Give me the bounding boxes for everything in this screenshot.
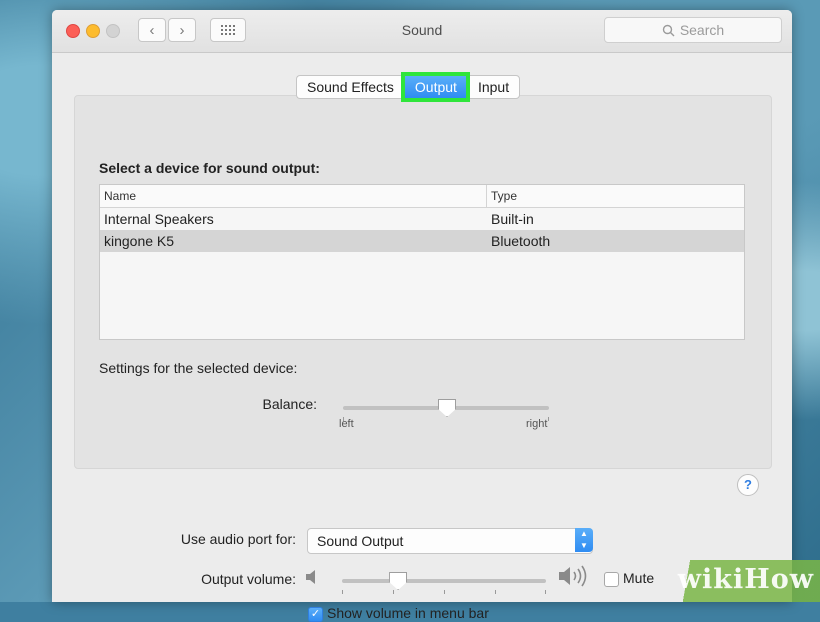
search-icon bbox=[662, 24, 675, 36]
balance-slider[interactable] bbox=[343, 399, 549, 421]
device-name: kingone K5 bbox=[104, 233, 175, 249]
slider-tick bbox=[342, 590, 343, 594]
tab-bar: Sound Effects Output Input bbox=[296, 72, 521, 102]
device-name: Internal Speakers bbox=[104, 211, 214, 227]
output-panel: Select a device for sound output: Name T… bbox=[74, 95, 772, 496]
column-header-name[interactable]: Name bbox=[100, 185, 487, 207]
device-type: Bluetooth bbox=[491, 233, 551, 249]
tab-output[interactable]: Output bbox=[400, 72, 470, 102]
chevron-up-down-icon: ▲ ▼ bbox=[575, 528, 593, 552]
audio-port-select[interactable]: Sound Output ▲ ▼ bbox=[307, 528, 593, 554]
output-volume-slider[interactable] bbox=[342, 572, 546, 594]
output-volume-label: Output volume: bbox=[201, 571, 296, 587]
slider-tick bbox=[393, 590, 394, 594]
show-volume-checkbox[interactable]: ✓ bbox=[308, 607, 323, 622]
wikihow-logo-text: wikiHow bbox=[677, 564, 814, 595]
wikihow-watermark: wikiHow bbox=[660, 560, 820, 602]
table-header: Name Type bbox=[100, 185, 744, 208]
speaker-low-icon bbox=[306, 570, 315, 584]
device-table[interactable]: Name Type Internal Speakers Built-in kin… bbox=[99, 184, 745, 340]
device-settings-title: Settings for the selected device: bbox=[99, 360, 298, 376]
device-type: Built-in bbox=[491, 211, 534, 227]
slider-tick bbox=[495, 590, 496, 594]
show-volume-label: Show volume in menu bar bbox=[327, 605, 489, 621]
table-row[interactable]: Internal Speakers Built-in bbox=[100, 208, 744, 230]
search-field[interactable]: Search bbox=[604, 17, 782, 43]
balance-left-label: left bbox=[339, 418, 354, 430]
sound-preferences-window: ‹ › Sound Search Sound Effects Output In… bbox=[52, 10, 792, 622]
speaker-high-icon bbox=[559, 565, 587, 587]
column-header-type[interactable]: Type bbox=[487, 185, 517, 207]
slider-tick bbox=[548, 417, 549, 421]
audio-port-value: Sound Output bbox=[317, 533, 404, 549]
search-placeholder: Search bbox=[679, 22, 725, 38]
checkmark-icon: ✓ bbox=[310, 608, 321, 620]
slider-tick bbox=[545, 590, 546, 594]
table-row[interactable]: kingone K5 Bluetooth bbox=[100, 230, 744, 252]
tab-input[interactable]: Input bbox=[466, 75, 521, 99]
tab-sound-effects[interactable]: Sound Effects bbox=[296, 75, 404, 99]
mute-label: Mute bbox=[623, 570, 655, 586]
title-bar: ‹ › Sound Search bbox=[52, 10, 792, 53]
volume-slider-thumb[interactable] bbox=[389, 572, 408, 590]
balance-slider-thumb[interactable] bbox=[438, 399, 456, 417]
device-section-title: Select a device for sound output: bbox=[99, 160, 320, 176]
balance-label: Balance: bbox=[262, 396, 317, 412]
help-button[interactable]: ? bbox=[737, 474, 759, 496]
mute-checkbox[interactable] bbox=[604, 572, 619, 587]
balance-right-label: right bbox=[526, 418, 548, 430]
window-content: Sound Effects Output Input Select a devi… bbox=[52, 53, 792, 622]
slider-tick bbox=[444, 590, 445, 594]
audio-port-label: Use audio port for: bbox=[180, 531, 296, 547]
